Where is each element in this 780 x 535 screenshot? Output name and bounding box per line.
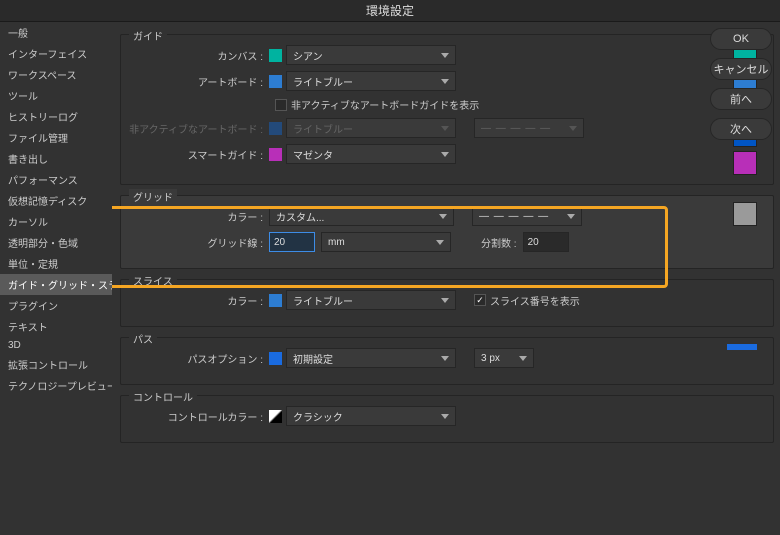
- canvas-dropdown[interactable]: シアン: [286, 45, 456, 65]
- slice-swatch: [269, 294, 282, 307]
- sidebar-item-2[interactable]: ワークスペース: [0, 64, 112, 85]
- inactive-checkbox[interactable]: [275, 99, 287, 111]
- grid-color-tile[interactable]: [733, 202, 757, 226]
- control-dropdown[interactable]: クラシック: [286, 406, 456, 426]
- next-button[interactable]: 次へ: [710, 118, 772, 140]
- sidebar-item-0[interactable]: 一般: [0, 22, 112, 43]
- smart-dropdown[interactable]: マゼンタ: [286, 144, 456, 164]
- sidebar: 一般インターフェイスワークスペースツールヒストリーログファイル管理書き出しパフォ…: [0, 22, 112, 535]
- main-panel: ガイド カンバス : シアン アートボード : ライトブルー 非アクティブなアー…: [112, 22, 780, 535]
- grid-dash-dropdown[interactable]: — — — — —: [472, 206, 582, 226]
- control-label: コントロールカラー :: [129, 409, 269, 424]
- sidebar-item-9[interactable]: カーソル: [0, 211, 112, 232]
- sidebar-item-1[interactable]: インターフェイス: [0, 43, 112, 64]
- path-option-label: パスオプション :: [129, 351, 269, 366]
- sidebar-item-4[interactable]: ヒストリーログ: [0, 106, 112, 127]
- canvas-swatch: [269, 49, 282, 62]
- artboard-dropdown[interactable]: ライトブルー: [286, 71, 456, 91]
- prev-button[interactable]: 前へ: [710, 88, 772, 110]
- slice-numbers-label: スライス番号を表示: [490, 293, 580, 308]
- sidebar-item-11[interactable]: 単位・定規: [0, 253, 112, 274]
- slice-dropdown[interactable]: ライトブルー: [286, 290, 456, 310]
- division-input[interactable]: [523, 232, 569, 252]
- sidebar-item-8[interactable]: 仮想記憶ディスク: [0, 190, 112, 211]
- sidebar-item-6[interactable]: 書き出し: [0, 148, 112, 169]
- window-title: 環境設定: [0, 0, 780, 22]
- sidebar-item-3[interactable]: ツール: [0, 85, 112, 106]
- inactive-label: 非アクティブなアートボード :: [129, 121, 269, 136]
- section-title-grid: グリッド: [129, 189, 177, 204]
- sidebar-item-15[interactable]: 3D: [0, 337, 112, 354]
- canvas-label: カンバス :: [129, 48, 269, 63]
- sidebar-item-5[interactable]: ファイル管理: [0, 127, 112, 148]
- sidebar-item-14[interactable]: テキスト: [0, 316, 112, 337]
- path-swatch: [269, 352, 282, 365]
- gridline-label: グリッド線 :: [129, 235, 269, 250]
- section-title-guide: ガイド: [129, 28, 167, 43]
- section-title-control: コントロール: [129, 389, 197, 404]
- inactive-swatch: [269, 122, 282, 135]
- division-label: 分割数 :: [481, 235, 523, 250]
- section-title-path: パス: [129, 331, 157, 346]
- sidebar-item-16[interactable]: 拡張コントロール: [0, 354, 112, 375]
- sidebar-item-12[interactable]: ガイド・グリッド・スライス: [0, 274, 112, 295]
- path-option-dropdown[interactable]: 初期設定: [286, 348, 456, 368]
- smart-swatch: [269, 148, 282, 161]
- gridline-unit-dropdown[interactable]: mm: [321, 232, 451, 252]
- ok-button[interactable]: OK: [710, 28, 772, 50]
- inactive-dash-dropdown: — — — — —: [474, 118, 584, 138]
- smart-label: スマートガイド :: [129, 147, 269, 162]
- path-px-dropdown[interactable]: 3 px: [474, 348, 534, 368]
- path-preview: [727, 344, 757, 350]
- sidebar-item-7[interactable]: パフォーマンス: [0, 169, 112, 190]
- grid-color-label: カラー :: [129, 209, 269, 224]
- slice-color-label: カラー :: [129, 293, 269, 308]
- grid-color-dropdown[interactable]: カスタム...: [269, 206, 454, 226]
- cancel-button[interactable]: キャンセル: [710, 58, 772, 80]
- artboard-swatch: [269, 75, 282, 88]
- section-title-slice: スライス: [129, 273, 177, 288]
- slice-numbers-checkbox[interactable]: [474, 294, 486, 306]
- inactive-check-label: 非アクティブなアートボードガイドを表示: [291, 97, 479, 112]
- gridline-input[interactable]: [269, 232, 315, 252]
- sidebar-item-17[interactable]: テクノロジープレビュー: [0, 375, 112, 396]
- inactive-dropdown: ライトブルー: [286, 118, 456, 138]
- control-swatch: [269, 410, 282, 423]
- sidebar-item-13[interactable]: プラグイン: [0, 295, 112, 316]
- artboard-label: アートボード :: [129, 74, 269, 89]
- smart-color-tile[interactable]: [733, 151, 757, 175]
- sidebar-item-10[interactable]: 透明部分・色域: [0, 232, 112, 253]
